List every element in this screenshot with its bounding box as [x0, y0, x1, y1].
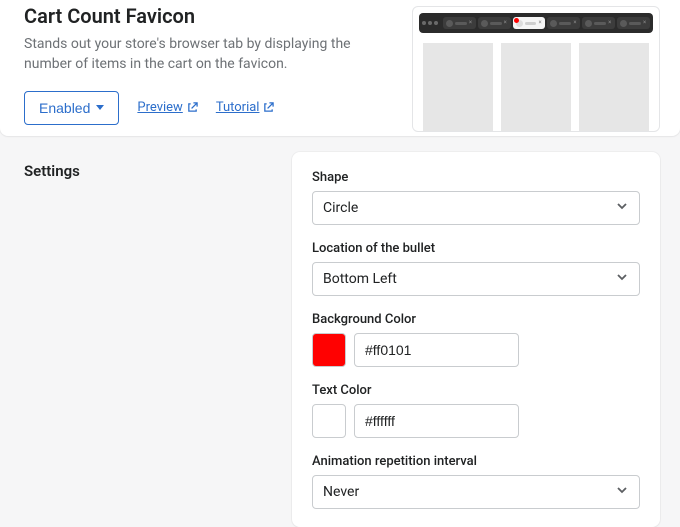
- preview-tab: ×: [617, 17, 650, 29]
- preview-thumbnail: [579, 43, 649, 131]
- tutorial-link-label: Tutorial: [216, 100, 260, 115]
- location-select[interactable]: Bottom Left: [312, 262, 640, 296]
- location-label: Location of the bullet: [312, 241, 640, 256]
- shape-label: Shape: [312, 170, 640, 185]
- field-bg-color: Background Color: [312, 312, 640, 367]
- preview-link[interactable]: Preview: [137, 100, 197, 115]
- preview-tab: ×: [478, 17, 511, 29]
- settings-heading: Settings: [24, 152, 292, 527]
- caret-down-icon: [96, 105, 104, 110]
- enabled-toggle-button[interactable]: Enabled: [24, 91, 119, 125]
- external-link-icon: [263, 102, 274, 113]
- tutorial-link[interactable]: Tutorial: [216, 100, 275, 115]
- text-color-swatch[interactable]: [312, 404, 346, 438]
- preview-link-label: Preview: [137, 100, 182, 115]
- bg-color-input[interactable]: [354, 333, 519, 367]
- preview-window-controls: [422, 21, 438, 25]
- preview-browser-tabbar: × × × × × ×: [419, 13, 653, 33]
- settings-card: Shape Circle Location of the bullet Bott…: [292, 152, 660, 527]
- bg-color-swatch[interactable]: [312, 333, 346, 367]
- external-link-icon: [187, 102, 198, 113]
- field-location: Location of the bullet Bottom Left: [312, 241, 640, 296]
- page-description: Stands out your store's browser tab by d…: [24, 34, 384, 75]
- text-color-input[interactable]: [354, 404, 519, 438]
- enabled-label: Enabled: [39, 100, 90, 116]
- favicon-preview-pane: × × × × × ×: [412, 6, 660, 132]
- field-shape: Shape Circle: [312, 170, 640, 225]
- preview-tab-active: ×: [513, 17, 546, 29]
- field-animation: Animation repetition interval Never: [312, 454, 640, 509]
- preview-tab: ×: [443, 17, 476, 29]
- preview-page-body: [413, 33, 659, 131]
- animation-label: Animation repetition interval: [312, 454, 640, 469]
- favicon-badge-icon: [514, 18, 519, 23]
- bg-color-label: Background Color: [312, 312, 640, 327]
- feature-header-card: Cart Count Favicon Stands out your store…: [0, 0, 680, 136]
- text-color-label: Text Color: [312, 383, 640, 398]
- preview-tab: ×: [547, 17, 580, 29]
- preview-tab: ×: [582, 17, 615, 29]
- shape-select[interactable]: Circle: [312, 191, 640, 225]
- animation-select[interactable]: Never: [312, 475, 640, 509]
- field-text-color: Text Color: [312, 383, 640, 438]
- preview-thumbnail: [501, 43, 571, 131]
- preview-thumbnail: [423, 43, 493, 131]
